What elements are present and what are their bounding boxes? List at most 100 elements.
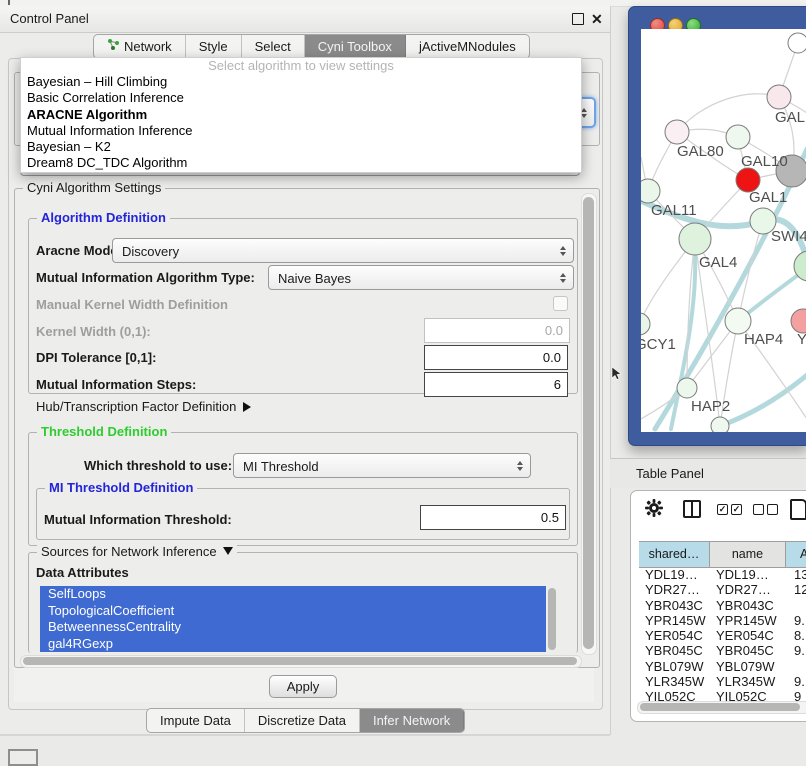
mi-steps-field[interactable]: 6 xyxy=(424,372,568,397)
network-node[interactable] xyxy=(677,378,697,398)
network-node-label: GAL1 xyxy=(749,189,787,206)
data-attribute-item[interactable]: TopologicalCoefficient xyxy=(40,603,546,620)
apply-button[interactable]: Apply xyxy=(269,675,337,698)
manual-kernel-label: Manual Kernel Width Definition xyxy=(36,297,228,312)
network-node[interactable] xyxy=(641,313,650,335)
network-node[interactable] xyxy=(641,179,660,203)
table-panel-title: Table Panel xyxy=(636,466,704,481)
table-row[interactable]: YBR043CYBR043C xyxy=(639,598,806,613)
deselect-all-checkboxes-icon[interactable] xyxy=(753,504,781,522)
table-cell: YBL079W xyxy=(639,659,710,674)
table-cell: 9. xyxy=(786,613,806,628)
table-row[interactable]: YLR345WYLR345W9. xyxy=(639,674,806,689)
data-attribute-item[interactable]: gal4RGexp xyxy=(40,636,546,653)
tab-network-label: Network xyxy=(124,35,172,58)
kernel-width-label: Kernel Width (0,1): xyxy=(36,324,151,339)
table-row[interactable]: YDL19…YDL19…13 xyxy=(639,567,806,582)
mi-steps-label: Mutual Information Steps: xyxy=(36,377,196,392)
table-row[interactable]: YER054CYER054C8. xyxy=(639,628,806,643)
algorithm-option[interactable]: Bayesian – K2 xyxy=(21,139,581,155)
column-header-third[interactable]: A xyxy=(786,542,806,567)
tab-style[interactable]: Style xyxy=(186,35,242,58)
network-window[interactable]: GALGAL80GAL10GAL1GAL11SWI4GAL4GCY1HAP4YH… xyxy=(628,6,806,446)
close-icon[interactable]: ✕ xyxy=(591,6,603,32)
network-node[interactable] xyxy=(679,223,711,255)
sources-title-label: Sources for Network Inference xyxy=(41,544,217,559)
expand-down-icon xyxy=(223,547,233,555)
column-header-name[interactable]: name xyxy=(710,542,786,567)
settings-hscrollbar[interactable] xyxy=(20,655,582,668)
table-cell: YPR145W xyxy=(710,613,786,628)
network-node-label: GAL80 xyxy=(677,143,724,160)
which-threshold-value: MI Threshold xyxy=(243,459,319,474)
kernel-width-field[interactable]: 0.0 xyxy=(424,318,570,343)
tab-discretize-data[interactable]: Discretize Data xyxy=(245,709,360,732)
network-node[interactable] xyxy=(788,33,806,53)
network-node[interactable] xyxy=(767,85,791,109)
network-node[interactable] xyxy=(711,417,729,432)
tab-infer-network[interactable]: Infer Network xyxy=(360,709,464,732)
tab-impute-data[interactable]: Impute Data xyxy=(147,709,245,732)
tab-select[interactable]: Select xyxy=(242,35,305,58)
table-row[interactable]: YBL079WYBL079W xyxy=(639,659,806,674)
algorithm-option[interactable]: Mutual Information Inference xyxy=(21,123,581,139)
threshold-definition-title: Threshold Definition xyxy=(37,424,171,439)
mi-threshold-label: Mutual Information Threshold: xyxy=(44,512,232,527)
data-attributes-label: Data Attributes xyxy=(36,565,129,580)
mi-type-combo[interactable]: Naive Bayes xyxy=(268,265,574,290)
mi-threshold-field[interactable]: 0.5 xyxy=(420,505,566,530)
manual-kernel-checkbox[interactable] xyxy=(553,296,568,311)
table-cell: YLR345W xyxy=(710,674,786,689)
network-node[interactable] xyxy=(791,309,806,333)
network-node-label: HAP4 xyxy=(744,331,783,348)
table-cell xyxy=(786,598,806,613)
hub-definition-expander[interactable]: Hub/Transcription Factor Definition xyxy=(36,399,251,414)
network-node-label: GAL10 xyxy=(741,153,788,170)
tab-network[interactable]: Network xyxy=(94,35,186,58)
algorithm-option[interactable]: Basic Correlation Inference xyxy=(21,90,581,106)
cyni-algorithm-settings-title: Cyni Algorithm Settings xyxy=(23,180,165,195)
algorithm-option[interactable]: Dream8 DC_TDC Algorithm xyxy=(21,155,581,171)
aracne-mode-combo[interactable]: Discovery xyxy=(112,238,574,263)
select-all-checkboxes-icon[interactable]: ✓✓ xyxy=(717,504,745,522)
data-attributes-list[interactable]: SelfLoopsTopologicalCoefficientBetweenne… xyxy=(40,586,546,652)
algorithm-dropdown-placeholder: Select algorithm to view settings xyxy=(21,58,581,74)
column-header-shared-name[interactable]: shared… xyxy=(639,542,710,567)
table-row[interactable]: YPR145WYPR145W9. xyxy=(639,613,806,628)
network-canvas[interactable]: GALGAL80GAL10GAL1GAL11SWI4GAL4GCY1HAP4YH… xyxy=(641,29,806,432)
gear-icon[interactable] xyxy=(645,499,663,522)
document-icon[interactable] xyxy=(790,499,806,520)
settings-scrollbar[interactable] xyxy=(581,193,597,655)
algorithm-option[interactable]: Bayesian – Hill Climbing xyxy=(21,74,581,90)
columns-icon[interactable] xyxy=(683,500,701,518)
which-threshold-label: Which threshold to use: xyxy=(84,458,232,473)
bottom-tabbar: Impute Data Discretize Data Infer Networ… xyxy=(146,708,465,733)
tab-jactivemnodules[interactable]: jActiveMNodules xyxy=(406,35,529,58)
data-attribute-item[interactable]: SelfLoops xyxy=(40,586,546,603)
dpi-tolerance-field[interactable]: 0.0 xyxy=(424,345,568,370)
network-node[interactable] xyxy=(726,125,750,149)
table-row[interactable]: YBR045CYBR045C9. xyxy=(639,643,806,658)
tab-discretize-data-label: Discretize Data xyxy=(258,709,346,732)
table-cell: YER054C xyxy=(639,628,710,643)
tab-cyni-toolbox-label: Cyni Toolbox xyxy=(318,35,392,58)
minimized-panel-icon[interactable] xyxy=(8,749,38,766)
expand-right-icon xyxy=(243,402,251,412)
algorithm-dropdown: Select algorithm to view settings Bayesi… xyxy=(20,57,582,173)
table-cell: 13 xyxy=(786,567,806,582)
float-window-icon[interactable] xyxy=(572,13,584,25)
table-hscrollbar[interactable] xyxy=(637,701,806,714)
algorithm-option[interactable]: ARACNE Algorithm xyxy=(21,107,581,123)
which-threshold-combo[interactable]: MI Threshold xyxy=(233,453,531,478)
table-cell: 9. xyxy=(786,643,806,658)
network-node[interactable] xyxy=(665,120,689,144)
tab-cyni-toolbox[interactable]: Cyni Toolbox xyxy=(305,35,406,58)
sources-group-title[interactable]: Sources for Network Inference xyxy=(37,544,237,559)
data-attribute-item[interactable]: BetweennessCentrality xyxy=(40,619,546,636)
table-row[interactable]: YDR27…YDR27…12 xyxy=(639,582,806,597)
network-node-label: Y xyxy=(797,331,806,348)
table-cell: YDL19… xyxy=(639,567,710,582)
attributes-scrollbar[interactable] xyxy=(548,588,556,650)
table-cell: YDR27… xyxy=(639,582,710,597)
table-panel-header: Table Panel xyxy=(610,458,806,488)
